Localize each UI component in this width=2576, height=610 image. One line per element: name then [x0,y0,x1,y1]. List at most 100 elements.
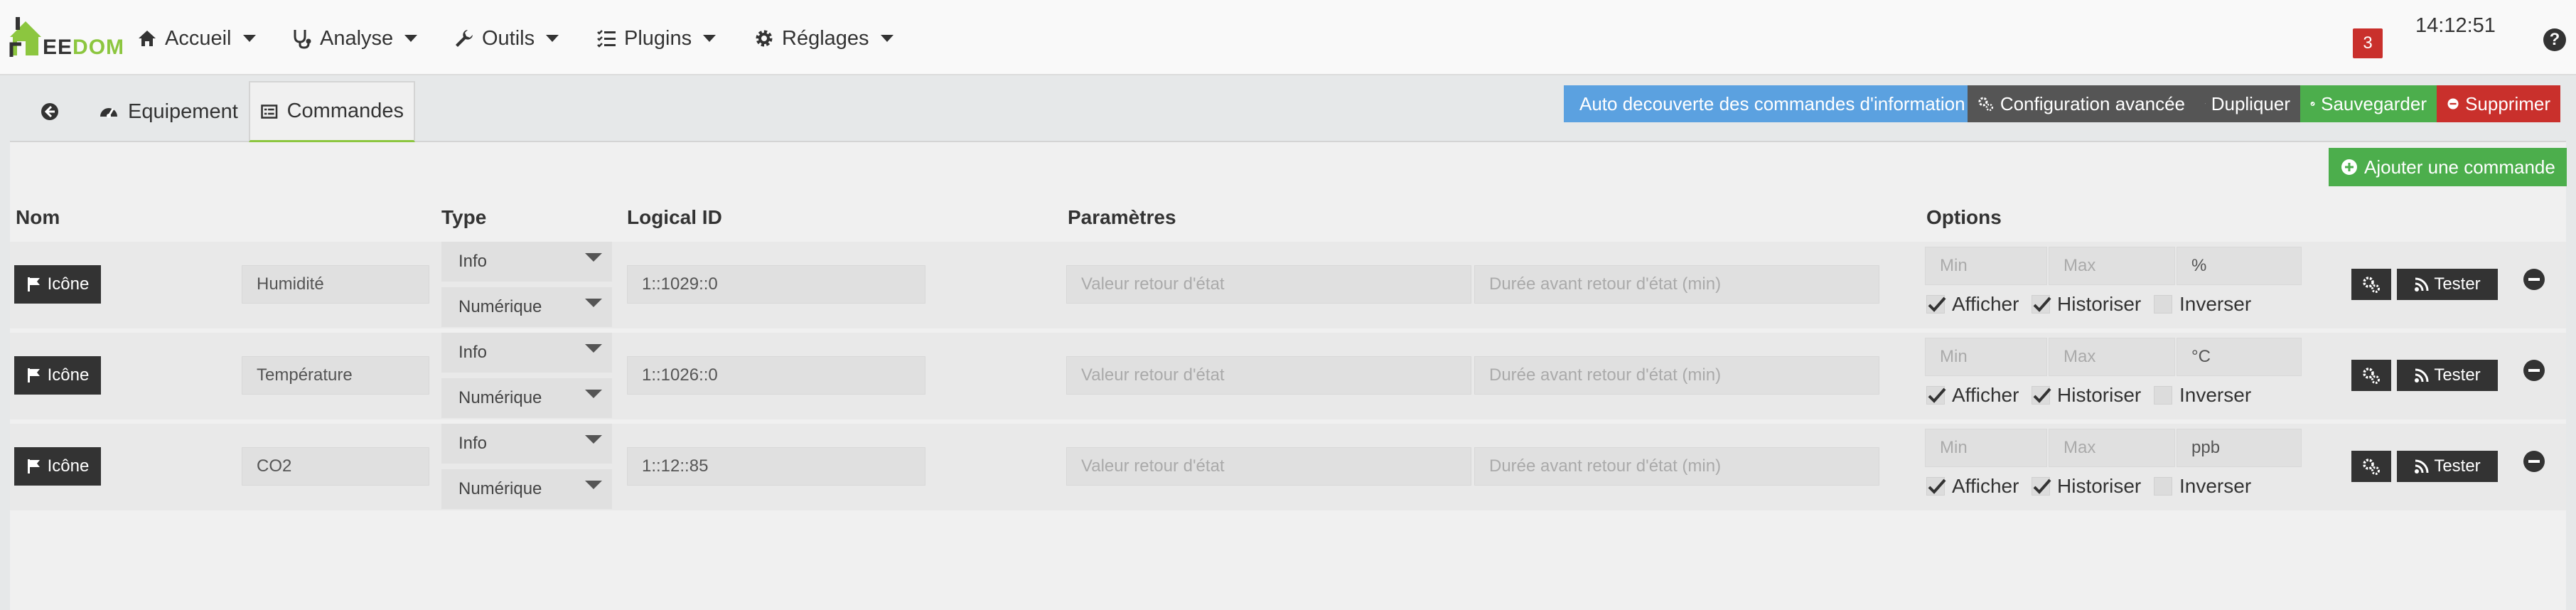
caret-down-icon [703,35,717,42]
caret-down-icon [404,35,418,42]
add-command-button[interactable]: Ajouter une commande [2329,148,2567,186]
max-input[interactable]: Max [2049,429,2175,467]
stethoscope-icon [294,30,311,49]
nav-label: Réglages [782,26,869,50]
min-input[interactable]: Min [1925,429,2047,467]
historize-checkbox[interactable]: Historiser [2032,475,2141,498]
icon-select-button[interactable]: Icône [14,447,101,486]
check-icon [2033,387,2051,403]
state-return-input[interactable]: Valeur retour d'état [1066,356,1471,395]
duplicate-button[interactable]: Dupliquer [2195,85,2300,122]
type-select[interactable]: Info [441,424,612,464]
nav-label: Outils [482,26,535,50]
tab-back[interactable] [23,81,77,142]
check-icon [1928,478,1946,494]
tasks-icon [597,30,616,48]
show-checkbox[interactable]: Afficher [1926,384,2019,407]
save-button[interactable]: Sauvegarder [2300,85,2437,122]
logical-id-input[interactable]: 1::12::85 [627,447,925,486]
command-name-input[interactable]: CO2 [242,447,429,486]
command-name-input[interactable]: Humidité [242,265,429,304]
check-circle-icon [2310,102,2315,106]
nav-analyse[interactable]: Analyse [291,24,418,53]
unit-input[interactable]: ppb [2177,429,2302,467]
test-button[interactable]: Tester [2397,360,2498,391]
historize-checkbox[interactable]: Historiser [2032,384,2141,407]
wrench-icon [456,30,473,47]
list-alt-icon [261,104,278,119]
icon-select-button[interactable]: Icône [14,265,101,304]
unit-input[interactable]: °C [2177,338,2302,376]
state-delay-input[interactable]: Durée avant retour d'état (min) [1474,356,1879,395]
command-config-button[interactable] [2351,360,2391,391]
tab-commandes[interactable]: Commandes [249,81,415,142]
historize-checkbox[interactable]: Historiser [2032,293,2141,316]
tab-equipement[interactable]: Equipement [88,81,248,142]
nav-label: Plugins [624,26,692,50]
dropdown-arrow-icon [585,481,602,489]
home-icon [139,31,156,46]
remove-command-icon[interactable] [2523,360,2545,381]
check-icon [1928,387,1946,403]
type-select[interactable]: Info [441,242,612,282]
flag-icon [27,368,40,382]
auto-discovery-button[interactable]: Auto decouverte des commandes d'informat… [1564,85,1968,122]
notification-badge[interactable]: 3 [2353,28,2383,58]
delete-button[interactable]: Supprimer [2437,85,2560,122]
subtype-select[interactable]: Numérique [441,287,612,327]
command-name-input[interactable]: Température [242,356,429,395]
subtype-select[interactable]: Numérique [441,469,612,509]
remove-command-icon[interactable] [2523,451,2545,472]
show-checkbox[interactable]: Afficher [1926,475,2019,498]
icon-select-button[interactable]: Icône [14,356,101,395]
help-icon[interactable]: ? [2543,28,2566,51]
nav-reglages[interactable]: Réglages [753,24,893,53]
max-input[interactable]: Max [2049,247,2175,285]
flag-icon [27,459,40,473]
navbar: EEDOM Accueil Analyse Outils Plugins Rég… [0,0,2576,75]
command-config-button[interactable] [2351,451,2391,482]
dropdown-arrow-icon [585,253,602,262]
test-button[interactable]: Tester [2397,269,2498,300]
tab-label: Commandes [286,100,404,122]
remove-command-icon[interactable] [2523,269,2545,290]
caret-down-icon [546,35,559,42]
invert-checkbox[interactable]: Inverser [2154,475,2251,498]
logical-id-input[interactable]: 1::1026::0 [627,356,925,395]
gears-icon [2363,277,2380,293]
gears-icon [2363,368,2380,384]
invert-checkbox[interactable]: Inverser [2154,384,2251,407]
gears-icon [1978,97,1994,112]
rss-icon [2415,459,2429,473]
header-type: Type [441,206,487,228]
house-logo-icon [9,17,41,57]
caret-down-icon [880,35,893,42]
logical-id-input[interactable]: 1::1029::0 [627,265,925,304]
type-select[interactable]: Info [441,333,612,373]
state-return-input[interactable]: Valeur retour d'état [1066,265,1471,304]
dropdown-arrow-icon [585,299,602,307]
jeedom-logo[interactable]: EEDOM [7,10,124,60]
unit-input[interactable]: % [2177,247,2302,285]
state-return-input[interactable]: Valeur retour d'état [1066,447,1471,486]
state-delay-input[interactable]: Durée avant retour d'état (min) [1474,265,1879,304]
subtype-select[interactable]: Numérique [441,378,612,418]
max-input[interactable]: Max [2049,338,2175,376]
show-checkbox[interactable]: Afficher [1926,293,2019,316]
nav-accueil[interactable]: Accueil [136,24,256,53]
copy-icon [2205,103,2206,105]
min-input[interactable]: Min [1925,247,2047,285]
tab-label: Equipement [128,100,238,123]
nav-outils[interactable]: Outils [454,24,559,53]
state-delay-input[interactable]: Durée avant retour d'état (min) [1474,447,1879,486]
advanced-config-button[interactable]: Configuration avancée [1968,85,2195,122]
invert-checkbox[interactable]: Inverser [2154,293,2251,316]
min-input[interactable]: Min [1925,338,2047,376]
command-config-button[interactable] [2351,269,2391,300]
rss-icon [2415,368,2429,382]
test-button[interactable]: Tester [2397,451,2498,482]
flag-icon [27,277,40,291]
nav-plugins[interactable]: Plugins [596,24,717,53]
plus-circle-icon [2341,159,2357,175]
clock: 14:12:51 [2415,14,2496,37]
